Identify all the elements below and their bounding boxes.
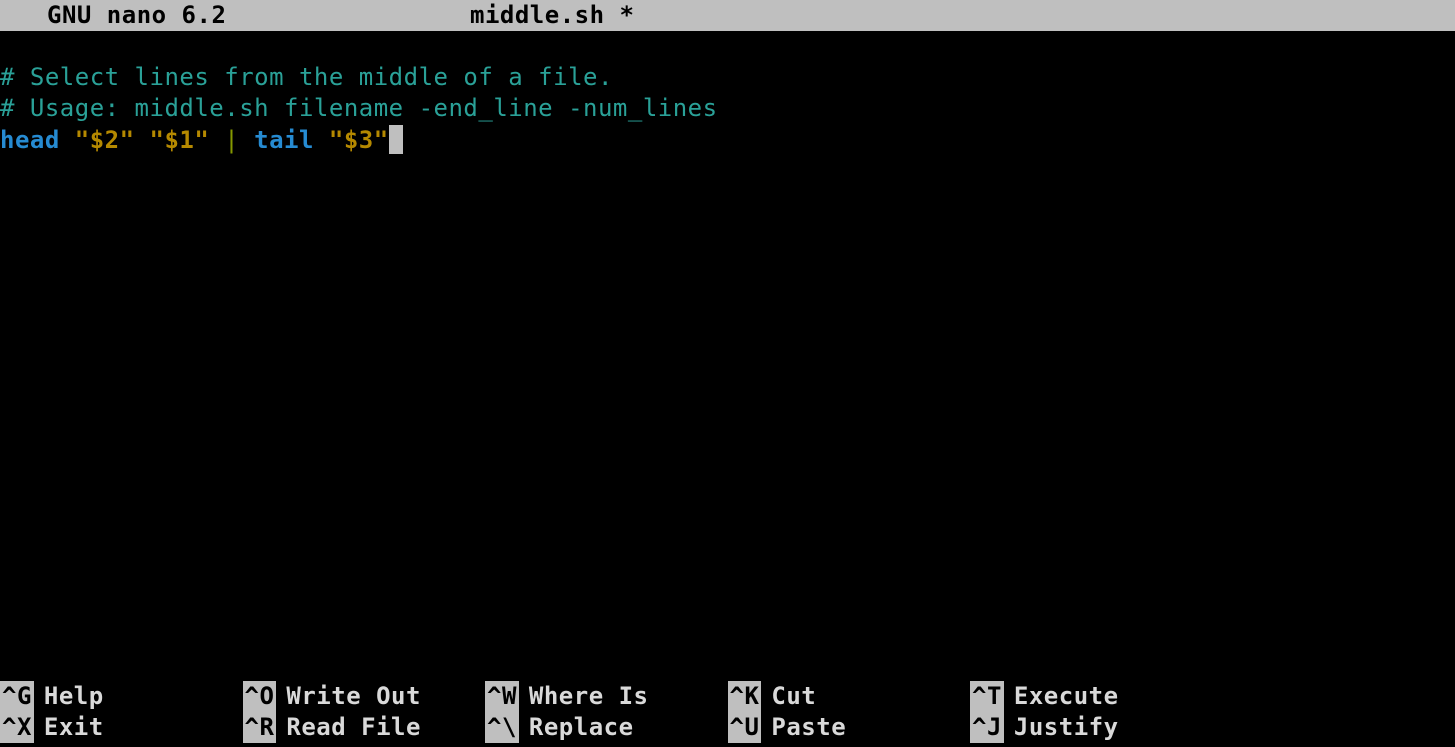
shortcut-label: Replace	[529, 712, 634, 743]
shortcut-execute[interactable]: ^T Execute	[970, 681, 1213, 712]
shortcut-label: Justify	[1014, 712, 1119, 743]
shortcut-key: ^W	[485, 681, 519, 712]
shortcut-key: ^\	[485, 712, 519, 743]
shortcut-label: Help	[44, 681, 104, 712]
shortcut-label: Where Is	[529, 681, 649, 712]
shortcut-key: ^J	[970, 712, 1004, 743]
arg-three: "$3"	[329, 126, 389, 154]
shortcut-key: ^K	[728, 681, 762, 712]
pipe-symbol: |	[224, 126, 239, 154]
shortcut-label: Read File	[286, 712, 421, 743]
shortcut-justify[interactable]: ^J Justify	[970, 712, 1213, 743]
shortcut-paste[interactable]: ^U Paste	[728, 712, 971, 743]
shortcut-key: ^O	[243, 681, 277, 712]
shortcut-replace[interactable]: ^\ Replace	[485, 712, 728, 743]
shortcut-label: Exit	[44, 712, 104, 743]
shortcut-writeout[interactable]: ^O Write Out	[243, 681, 486, 712]
shortcut-key: ^X	[0, 712, 34, 743]
shortcut-key: ^U	[728, 712, 762, 743]
arg-two: "$2"	[75, 126, 135, 154]
shortcut-whereis[interactable]: ^W Where Is	[485, 681, 728, 712]
shortcut-key: ^G	[0, 681, 34, 712]
editor-area[interactable]: # Select lines from the middle of a file…	[0, 31, 1455, 681]
shortcut-label: Write Out	[286, 681, 421, 712]
shortcut-label: Execute	[1014, 681, 1119, 712]
shortcut-key: ^R	[243, 712, 277, 743]
file-name: middle.sh *	[470, 0, 634, 31]
shortcut-label: Paste	[771, 712, 846, 743]
shortcut-label: Cut	[771, 681, 816, 712]
shortcut-help[interactable]: ^G Help	[0, 681, 243, 712]
titlebar: GNU nano 6.2 middle.sh *	[0, 0, 1455, 31]
shortcut-readfile[interactable]: ^R Read File	[243, 712, 486, 743]
command-tail: tail	[254, 126, 314, 154]
app-name: GNU nano 6.2	[47, 0, 226, 31]
code-comment-line2: # Usage: middle.sh filename -end_line -n…	[0, 94, 718, 122]
code-comment-line1: # Select lines from the middle of a file…	[0, 63, 613, 91]
arg-one: "$1"	[150, 126, 210, 154]
code-line3: head "$2" "$1" | tail "$3"	[0, 126, 403, 154]
text-cursor	[389, 125, 403, 154]
shortcut-bar: ^G Help ^O Write Out ^W Where Is ^K Cut …	[0, 681, 1455, 747]
shortcut-cut[interactable]: ^K Cut	[728, 681, 971, 712]
shortcut-key: ^T	[970, 681, 1004, 712]
command-head: head	[0, 126, 60, 154]
shortcut-exit[interactable]: ^X Exit	[0, 712, 243, 743]
